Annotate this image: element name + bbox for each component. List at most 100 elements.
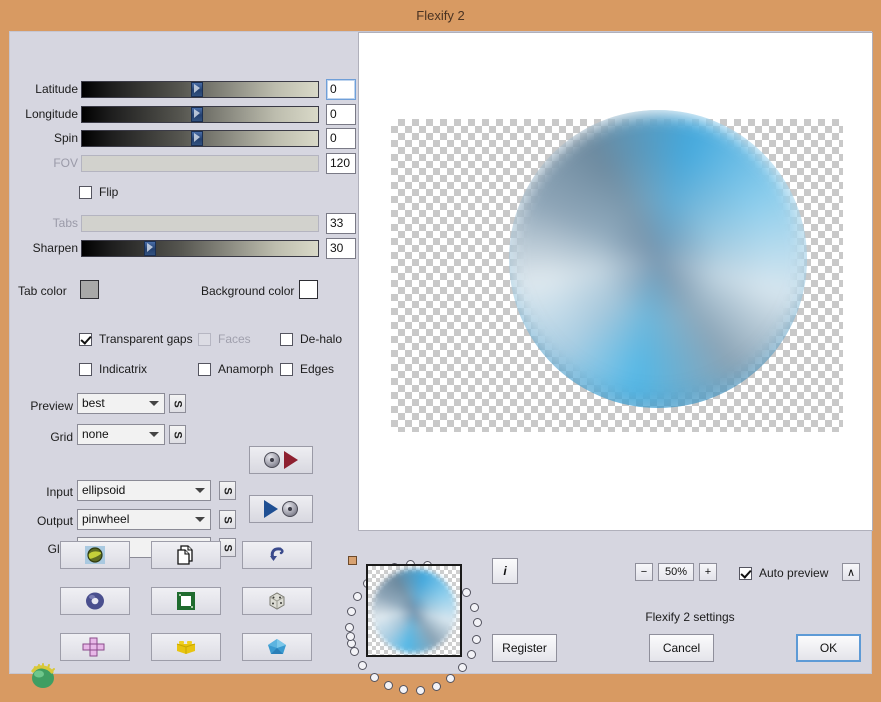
chevron-down-icon <box>195 488 205 493</box>
ring-dot[interactable] <box>458 663 468 673</box>
reset-output-button[interactable]: S <box>219 510 236 529</box>
output-preview-button[interactable] <box>249 495 313 523</box>
reset-grid-button[interactable]: S <box>169 425 186 444</box>
copy-button[interactable] <box>151 541 221 569</box>
ok-button[interactable]: OK <box>796 634 861 662</box>
globe-image-icon <box>85 546 105 564</box>
dice-button[interactable] <box>242 587 312 615</box>
checkbox-flip[interactable]: Flip <box>79 183 118 201</box>
ring-dot[interactable] <box>399 685 409 695</box>
ring-dot[interactable] <box>346 607 356 617</box>
value-latitude[interactable]: 0 <box>326 79 356 100</box>
slider-longitude[interactable] <box>81 106 319 123</box>
info-button[interactable]: i <box>492 558 518 584</box>
checkbox-box-auto-preview[interactable] <box>739 566 752 580</box>
globe-badge[interactable] <box>24 657 62 695</box>
checkbox-anamorph[interactable]: Anamorph <box>198 360 273 378</box>
reset-preview-button[interactable]: S <box>169 394 186 413</box>
select-grid[interactable]: none <box>77 424 165 445</box>
checkbox-transparent-gaps[interactable]: Transparent gaps <box>79 330 193 348</box>
copy-pages-icon <box>177 545 193 565</box>
reset-glue-button[interactable]: S <box>219 538 236 557</box>
preview-canvas[interactable] <box>358 32 873 531</box>
checkbox-indicatrix[interactable]: Indicatrix <box>79 360 147 378</box>
select-input[interactable]: ellipsoid <box>77 480 211 501</box>
undo-arrow-icon <box>270 547 284 561</box>
checkbox-label-flip: Flip <box>99 185 119 199</box>
ring-dot[interactable] <box>466 649 476 659</box>
brick-button[interactable] <box>151 633 221 661</box>
select-grid-value: none <box>82 427 109 441</box>
slider-spin[interactable] <box>81 130 319 147</box>
checkbox-edges[interactable]: Edges <box>280 360 334 378</box>
ring-dot[interactable] <box>358 661 368 671</box>
ring-dot[interactable] <box>369 672 379 682</box>
swatch-background-color[interactable] <box>299 280 318 299</box>
slider-sharpen[interactable] <box>81 240 319 257</box>
ring-dot[interactable] <box>462 588 472 598</box>
flexify-window: Flexify 2 Latitude 0 Longitude 0 Spin 0 … <box>0 0 881 695</box>
checkbox-box-anamorph[interactable] <box>198 362 211 376</box>
slider-thumb-latitude[interactable] <box>191 82 203 97</box>
ring-dot[interactable] <box>383 680 393 690</box>
value-sharpen[interactable]: 30 <box>326 238 356 259</box>
slider-latitude[interactable] <box>81 81 319 98</box>
ok-label: OK <box>819 641 838 655</box>
checkbox-label-faces: Faces <box>218 332 251 346</box>
ring-dot[interactable] <box>353 592 363 602</box>
input-preview-button[interactable] <box>249 446 313 474</box>
swatch-tab-color[interactable] <box>80 280 99 299</box>
select-preview[interactable]: best <box>77 393 165 414</box>
ring-dot[interactable] <box>415 685 425 695</box>
checkbox-label-anamorph: Anamorph <box>218 362 274 376</box>
value-spin[interactable]: 0 <box>326 128 356 149</box>
reset-icon: S <box>221 486 234 495</box>
slider-thumb-sharpen[interactable] <box>144 241 156 256</box>
torus-button[interactable] <box>60 587 130 615</box>
register-button[interactable]: Register <box>492 634 557 662</box>
label-spin: Spin <box>53 131 78 145</box>
checkbox-box-edges[interactable] <box>280 362 293 376</box>
cancel-button[interactable]: Cancel <box>649 634 714 662</box>
slider-thumb-spin[interactable] <box>191 131 203 146</box>
value-fov[interactable]: 120 <box>326 153 356 174</box>
checkbox-box-indicatrix[interactable] <box>79 362 92 376</box>
gem-button[interactable] <box>242 633 312 661</box>
value-longitude[interactable]: 0 <box>326 104 356 125</box>
undo-button[interactable] <box>242 541 312 569</box>
chevron-down-icon <box>195 517 205 522</box>
ring-dot[interactable] <box>345 623 354 633</box>
thumbnail-navigator[interactable] <box>337 552 497 702</box>
ring-dot[interactable] <box>431 681 441 691</box>
zoom-in-button[interactable]: + <box>699 563 717 581</box>
ring-dot[interactable] <box>472 618 482 628</box>
reset-icon: S <box>171 430 184 439</box>
frame-button[interactable] <box>151 587 221 615</box>
ring-dot[interactable] <box>471 634 481 644</box>
load-image-button[interactable] <box>60 541 130 569</box>
checkbox-box-transparent-gaps[interactable] <box>79 332 92 346</box>
thumbnail-preview[interactable] <box>366 564 462 657</box>
window-title: Flexify 2 <box>416 8 465 23</box>
value-tabs[interactable]: 33 <box>326 213 356 234</box>
select-output[interactable]: pinwheel <box>77 509 211 530</box>
ring-dot[interactable] <box>349 647 359 657</box>
cancel-label: Cancel <box>662 641 701 655</box>
collapse-icon: ∧ <box>846 566 856 579</box>
collapse-button[interactable]: ∧ <box>842 563 860 581</box>
zoom-out-button[interactable]: − <box>635 563 653 581</box>
reset-input-button[interactable]: S <box>219 481 236 500</box>
select-input-value: ellipsoid <box>82 483 126 497</box>
ring-dot[interactable] <box>345 631 355 641</box>
slider-thumb-longitude[interactable] <box>191 107 203 122</box>
checkbox-box-flip[interactable] <box>79 185 92 199</box>
torus-icon <box>86 592 104 610</box>
checkbox-label-indicatrix: Indicatrix <box>99 362 148 376</box>
checkbox-auto-preview[interactable]: Auto preview <box>739 564 828 582</box>
net-button[interactable] <box>60 633 130 661</box>
checkbox-box-de-halo[interactable] <box>280 332 293 346</box>
ring-dot[interactable] <box>446 674 456 684</box>
ring-dot[interactable] <box>469 602 479 612</box>
checkbox-de-halo[interactable]: De-halo <box>280 330 342 348</box>
zoom-level[interactable]: 50% <box>658 563 694 581</box>
